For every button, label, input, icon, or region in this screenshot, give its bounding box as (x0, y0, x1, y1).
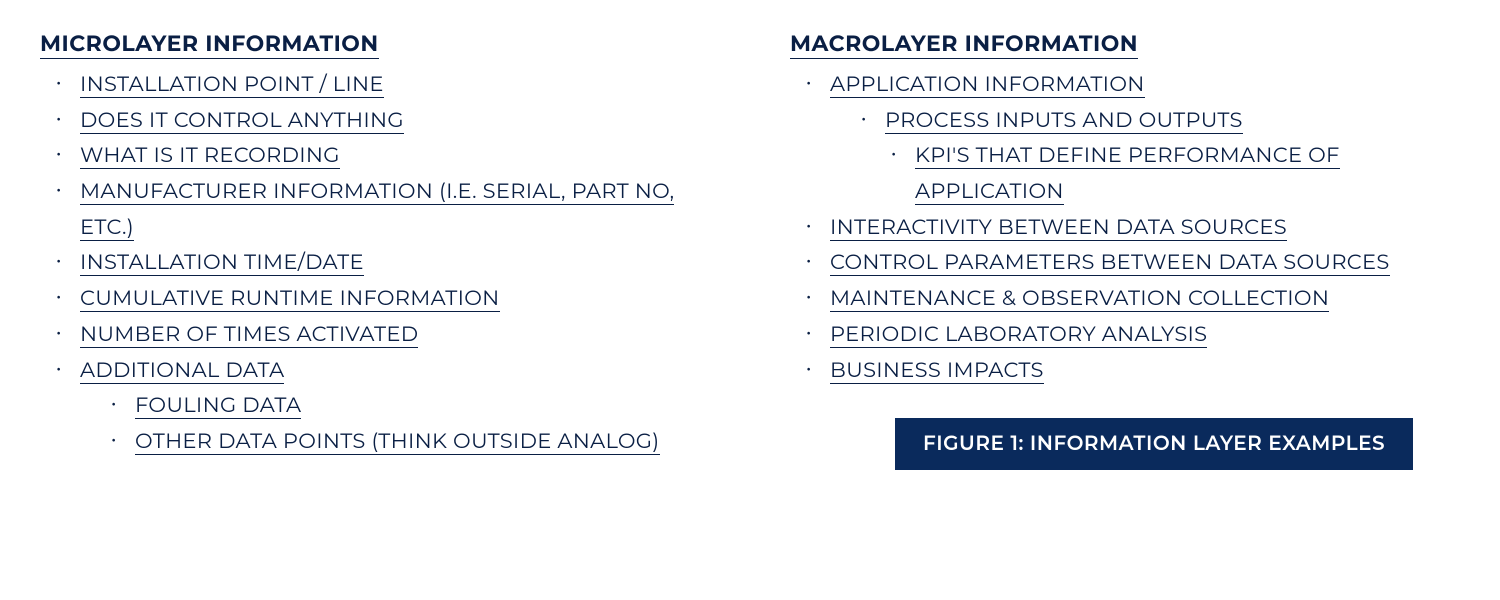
list-item-text: BUSINESS IMPACTS (830, 358, 1044, 384)
list-item: ADDITIONAL DATA FOULING DATA OTHER DATA PO… (80, 353, 710, 460)
list-item-text: ADDITIONAL DATA (80, 358, 284, 384)
list-item-text: FOULING DATA (135, 393, 301, 419)
list-item-text: MANUFACTURER INFORMATION (I.E. SERIAL, P… (80, 179, 674, 241)
list-item: APPLICATION INFORMATION PROCESS INPUTS AN… (830, 67, 1460, 210)
list-item: OTHER DATA POINTS (THINK OUTSIDE ANALOG) (135, 424, 710, 460)
list-item-text: PROCESS INPUTS AND OUTPUTS (885, 108, 1243, 134)
list-item-text: INSTALLATION POINT / LINE (80, 72, 384, 98)
list-item: KPI'S THAT DEFINE PERFORMANCE OF APPLICA… (915, 138, 1460, 209)
list-item-text: MAINTENANCE & OBSERVATION COLLECTION (830, 286, 1329, 312)
list-item: PERIODIC LABORATORY ANALYSIS (830, 317, 1460, 353)
list-item-text: CONTROL PARAMETERS BETWEEN DATA SOURCES (830, 250, 1390, 276)
list-item-text: OTHER DATA POINTS (THINK OUTSIDE ANALOG) (135, 429, 660, 455)
two-column-layout: MICROLAYER INFORMATION INSTALLATION POIN… (40, 30, 1460, 470)
left-column: MICROLAYER INFORMATION INSTALLATION POIN… (40, 30, 710, 470)
list-item: INSTALLATION TIME/DATE (80, 245, 710, 281)
figure-caption: FIGURE 1: INFORMATION LAYER EXAMPLES (895, 418, 1413, 470)
list-item: DOES IT CONTROL ANYTHING (80, 103, 710, 139)
left-heading: MICROLAYER INFORMATION (40, 30, 379, 59)
list-item-text: WHAT IS IT RECORDING (80, 143, 340, 169)
list-item-text: PERIODIC LABORATORY ANALYSIS (830, 322, 1207, 348)
list-item-text: APPLICATION INFORMATION (830, 72, 1145, 98)
right-list: APPLICATION INFORMATION PROCESS INPUTS AN… (790, 67, 1460, 388)
list-item: CUMULATIVE RUNTIME INFORMATION (80, 281, 710, 317)
sub-list: KPI'S THAT DEFINE PERFORMANCE OF APPLICA… (885, 138, 1460, 209)
list-item-text: INSTALLATION TIME/DATE (80, 250, 364, 276)
sub-list: PROCESS INPUTS AND OUTPUTS KPI'S THAT DEF… (830, 103, 1460, 210)
list-item: MANUFACTURER INFORMATION (I.E. SERIAL, P… (80, 174, 710, 245)
list-item: PROCESS INPUTS AND OUTPUTS KPI'S THAT DEF… (885, 103, 1460, 210)
list-item-text: CUMULATIVE RUNTIME INFORMATION (80, 286, 500, 312)
list-item: FOULING DATA (135, 388, 710, 424)
left-list: INSTALLATION POINT / LINE DOES IT CONTROL… (40, 67, 710, 460)
sub-list: FOULING DATA OTHER DATA POINTS (THINK OUT… (80, 388, 710, 459)
list-item: NUMBER OF TIMES ACTIVATED (80, 317, 710, 353)
list-item-text: NUMBER OF TIMES ACTIVATED (80, 322, 418, 348)
list-item: BUSINESS IMPACTS (830, 353, 1460, 389)
right-heading: MACROLAYER INFORMATION (790, 30, 1138, 59)
list-item: WHAT IS IT RECORDING (80, 138, 710, 174)
list-item-text: KPI'S THAT DEFINE PERFORMANCE OF APPLICA… (915, 143, 1340, 205)
list-item: INTERACTIVITY BETWEEN DATA SOURCES (830, 210, 1460, 246)
list-item-text: INTERACTIVITY BETWEEN DATA SOURCES (830, 215, 1287, 241)
list-item-text: DOES IT CONTROL ANYTHING (80, 108, 404, 134)
right-column: MACROLAYER INFORMATION APPLICATION INFOR… (790, 30, 1460, 470)
list-item: INSTALLATION POINT / LINE (80, 67, 710, 103)
list-item: MAINTENANCE & OBSERVATION COLLECTION (830, 281, 1460, 317)
list-item: CONTROL PARAMETERS BETWEEN DATA SOURCES (830, 245, 1460, 281)
